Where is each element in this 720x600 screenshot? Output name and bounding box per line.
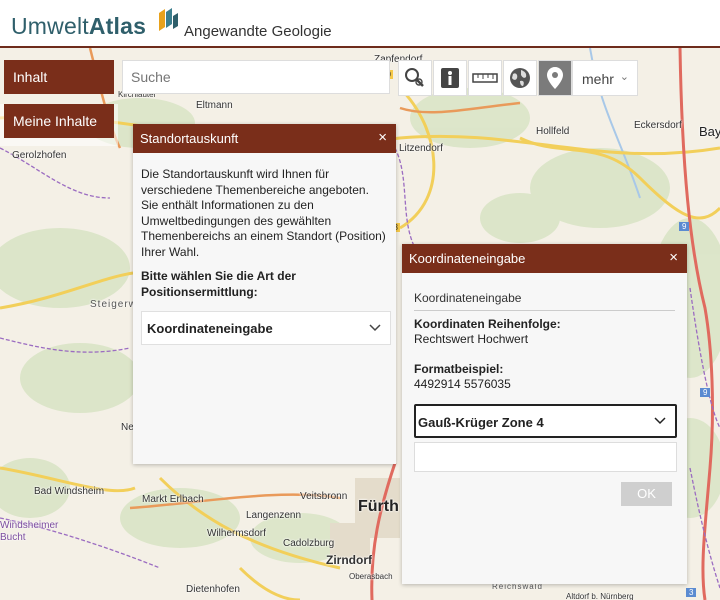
map-label-altdorf: Altdorf b. Nürnberg [566, 592, 634, 600]
app-subtitle: Angewandte Geologie [184, 23, 332, 40]
chevron-down-icon [369, 324, 381, 332]
map-label-ne: Ne [121, 422, 134, 433]
koordinateneingabe-subtitle: Koordinateneingabe [414, 291, 675, 311]
mehr-label: mehr [582, 71, 614, 87]
koordinateneingabe-title: Koordinateneingabe [409, 251, 526, 266]
map-label-oberasbach: Oberasbach [349, 572, 393, 581]
globe-tool[interactable] [503, 60, 537, 96]
standortauskunft-dialog: Standortauskunft × Die Standortauskunft … [133, 124, 396, 464]
formatbeispiel-value: 4492914 5576035 [414, 377, 511, 391]
search-input[interactable] [122, 60, 390, 94]
map-label-eckersdorf: Eckersdorf [634, 120, 682, 131]
search-map-icon [405, 68, 424, 87]
map-label-windsheimer-bucht: Windsheimer Bucht [0, 520, 59, 543]
map-label-eltmann: Eltmann [196, 100, 233, 111]
map-label-fuerth: Fürth [358, 498, 399, 515]
info-icon [441, 68, 459, 88]
globe-icon [510, 68, 530, 88]
location-tool[interactable] [538, 60, 572, 96]
app-header: UmweltAtlas Angewandte Geologie [0, 0, 720, 48]
koordinatensystem-select[interactable]: Gauß-Krüger Zone 4 [414, 404, 677, 438]
route-shield-9a: 9 [679, 222, 690, 231]
positionsermittlung-selected: Koordinateneingabe [147, 321, 273, 336]
map-label-dietenhofen: Dietenhofen [186, 584, 240, 595]
logo-text-umwelt: Umwelt [11, 13, 89, 39]
map-label-markt-erlbach: Markt Erlbach [142, 494, 204, 505]
map-label-litzendorf: Litzendorf [399, 143, 443, 154]
search-map-tool[interactable] [398, 60, 432, 96]
close-icon[interactable]: × [669, 249, 678, 266]
atlas-logo-icon [159, 8, 178, 31]
measure-tool[interactable] [468, 60, 502, 96]
map-label-zirndorf: Zirndorf [326, 553, 372, 567]
map-label-wilhermsdorf: Wilhermsdorf [207, 528, 266, 539]
location-pin-icon [547, 67, 563, 89]
logo-text-atlas: Atlas [88, 13, 147, 39]
map-label-gerolzhofen: Gerolzhofen [12, 150, 67, 161]
close-icon[interactable]: × [378, 129, 387, 146]
reihenfolge-label: Koordinaten Reihenfolge: [414, 317, 561, 331]
route-shield-9b: 9 [700, 388, 711, 397]
map-label-langenzenn: Langenzenn [246, 510, 302, 521]
standortauskunft-title: Standortauskunft [140, 131, 239, 146]
standortauskunft-description: Die Standortauskunft wird Ihnen für vers… [141, 167, 386, 259]
map-label-cadolzburg: Cadolzburg [283, 538, 335, 549]
info-tool[interactable] [433, 60, 467, 96]
mehr-dropdown[interactable]: mehr ⌄ [572, 60, 638, 96]
map-label-veitsbronn: Veitsbronn [300, 491, 348, 502]
map-label-bad-windsheim: Bad Windsheim [34, 486, 105, 497]
umweltatlas-logo[interactable]: UmweltAtlas [11, 13, 146, 40]
route-shield-3: 3 [686, 588, 697, 597]
koordinatensystem-selected: Gauß-Krüger Zone 4 [418, 415, 544, 430]
reihenfolge-value: Rechtswert Hochwert [414, 332, 529, 346]
koordinateneingabe-header[interactable]: Koordinateneingabe × [402, 244, 687, 273]
chevron-down-icon: ⌄ [619, 71, 629, 83]
positionsermittlung-select[interactable]: Koordinateneingabe [141, 311, 391, 345]
map-label-bay: Bay [699, 124, 720, 139]
inhalt-button[interactable]: Inhalt [4, 60, 114, 94]
standortauskunft-header[interactable]: Standortauskunft × [133, 124, 396, 153]
positionsermittlung-question: Bitte wählen Sie die Art der Positionser… [141, 269, 296, 299]
koordinateneingabe-dialog: Koordinateneingabe × Koordinateneingabe … [402, 244, 687, 584]
meine-inhalte-button[interactable]: Meine Inhalte [4, 104, 114, 138]
ok-button[interactable]: OK [621, 482, 672, 506]
coordinate-input[interactable] [414, 442, 677, 472]
measure-icon [472, 73, 498, 83]
map-label-hollfeld: Hollfeld [536, 126, 570, 137]
chevron-down-icon [654, 417, 666, 425]
formatbeispiel-label: Formatbeispiel: [414, 362, 504, 376]
